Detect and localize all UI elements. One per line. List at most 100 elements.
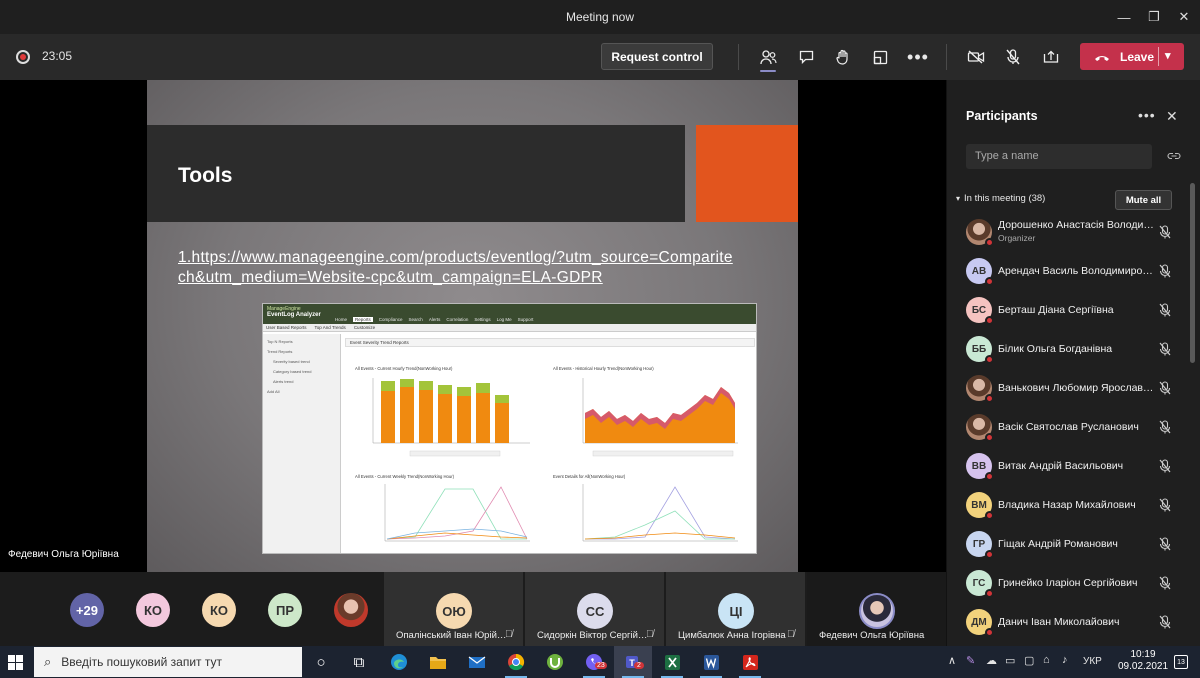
restore-icon[interactable]: ❐ bbox=[1137, 0, 1171, 34]
edge-icon[interactable] bbox=[380, 646, 418, 678]
participant-row[interactable]: ГР Гіщак Андрій Романович bbox=[947, 525, 1187, 564]
onedrive-icon[interactable]: ☁ bbox=[986, 654, 997, 667]
participant-avatar: АВ bbox=[966, 258, 994, 286]
leave-divider bbox=[1158, 47, 1159, 66]
hang-up-icon bbox=[1094, 49, 1110, 65]
close-window-icon[interactable]: ✕ bbox=[1167, 0, 1200, 34]
mic-off-icon[interactable] bbox=[998, 42, 1028, 72]
close-panel-icon[interactable]: ✕ bbox=[1166, 108, 1178, 125]
share-screen-icon[interactable] bbox=[1036, 42, 1066, 72]
raise-hand-icon[interactable] bbox=[828, 42, 858, 72]
mic-off-icon[interactable] bbox=[1159, 537, 1171, 554]
participant-avatar: ВВ bbox=[966, 453, 994, 481]
participant-row[interactable]: АВ Арендач Василь Володимирович bbox=[947, 252, 1187, 291]
leave-button[interactable]: Leave ▾ bbox=[1080, 43, 1184, 70]
embedded-app-subtabs: User Based Reports Top And Trends Custom… bbox=[263, 324, 756, 332]
taskbar-search-input[interactable]: ⌕ Введіть пошуковий запит тут bbox=[34, 647, 302, 677]
mail-icon[interactable] bbox=[458, 646, 496, 678]
participant-row[interactable]: ВМ Владика Назар Михайлович bbox=[947, 486, 1187, 525]
status-busy-icon bbox=[985, 511, 994, 520]
pen-icon[interactable]: ✎ bbox=[966, 654, 975, 667]
video-strip: +29 КО КО ПР ОЮ Опалінський Іван Юрійови… bbox=[0, 572, 946, 646]
network-icon[interactable]: ⌂ bbox=[1043, 654, 1050, 666]
breakout-rooms-icon[interactable] bbox=[865, 42, 895, 72]
participant-row[interactable]: Ванькович Любомир Ярославович bbox=[947, 369, 1187, 408]
overflow-participants-button[interactable]: +29 bbox=[70, 593, 104, 627]
participants-title: Participants bbox=[966, 109, 1038, 123]
participant-row[interactable]: ВВ Витак Андрій Васильович bbox=[947, 447, 1187, 486]
mic-off-icon[interactable] bbox=[1159, 303, 1171, 320]
chat-icon[interactable] bbox=[791, 42, 821, 72]
embedded-chart-hourly-graphic bbox=[372, 378, 530, 457]
volume-icon[interactable]: ♪ bbox=[1062, 654, 1068, 666]
notifications-icon[interactable]: 13 bbox=[1174, 655, 1188, 669]
participant-tile[interactable]: СС Сидоркін Віктор Сергійович 🎙̸ bbox=[525, 572, 664, 646]
meeting-toolbar: 23:05 Request control ••• Leave ▾ bbox=[0, 34, 1200, 80]
participant-row[interactable]: Васік Святослав Русланович bbox=[947, 408, 1187, 447]
minimize-icon[interactable]: — bbox=[1107, 0, 1141, 34]
mic-off-icon[interactable] bbox=[1159, 420, 1171, 437]
chevron-down-icon[interactable]: ▾ bbox=[1165, 49, 1171, 62]
camera-off-icon[interactable] bbox=[961, 42, 991, 72]
taskbar-clock[interactable]: 10:19 09.02.2021 bbox=[1118, 649, 1168, 673]
strip-avatar[interactable]: КО bbox=[202, 593, 236, 627]
strip-avatar[interactable]: КО bbox=[136, 593, 170, 627]
participant-avatar: ББ bbox=[966, 336, 994, 364]
windows-start-icon[interactable] bbox=[0, 646, 30, 678]
slide-title: Tools bbox=[178, 164, 233, 187]
excel-icon[interactable] bbox=[653, 646, 691, 678]
mic-off-icon[interactable] bbox=[1159, 264, 1171, 281]
participants-panel: Participants ••• ✕ Type a name ▾ In this … bbox=[946, 80, 1200, 646]
utorrent-icon[interactable] bbox=[536, 646, 574, 678]
viber-icon[interactable]: 23 bbox=[575, 646, 613, 678]
media-icon[interactable]: ▭ bbox=[1005, 654, 1015, 667]
participant-name: Данич Іван Миколайович bbox=[998, 616, 1120, 628]
in-meeting-section-toggle[interactable]: ▾ In this meeting (38) bbox=[956, 193, 1045, 204]
mic-off-icon[interactable] bbox=[1159, 381, 1171, 398]
participants-icon[interactable] bbox=[753, 42, 783, 72]
strip-avatar-photo[interactable] bbox=[334, 593, 368, 627]
participant-row[interactable]: БС Берташ Діана Сергіївна bbox=[947, 291, 1187, 330]
participants-scrollbar[interactable] bbox=[1190, 183, 1195, 363]
cortana-icon[interactable]: ○ bbox=[302, 646, 340, 678]
mic-off-icon[interactable] bbox=[1159, 342, 1171, 359]
mic-off-icon[interactable] bbox=[1159, 498, 1171, 515]
show-hidden-icons-icon[interactable]: ∧ bbox=[948, 654, 956, 667]
teams-icon[interactable]: T 2 bbox=[614, 646, 652, 678]
participant-role: Organizer bbox=[998, 233, 1036, 243]
task-view-icon[interactable]: ⧉ bbox=[340, 646, 378, 678]
tile-name: Цимбалюк Анна Ігорівна bbox=[678, 630, 786, 641]
mic-off-icon[interactable] bbox=[1159, 576, 1171, 593]
participant-row[interactable]: ББ Білик Ольга Богданівна bbox=[947, 330, 1187, 369]
participant-search-input[interactable]: Type a name bbox=[966, 144, 1152, 169]
participant-tile[interactable]: ОЮ Опалінський Іван Юрійович 🎙̸ bbox=[384, 572, 523, 646]
word-icon[interactable] bbox=[692, 646, 730, 678]
participant-row[interactable]: ГС Гринейко Іларіон Сергійович bbox=[947, 564, 1187, 603]
more-options-icon[interactable]: ••• bbox=[1138, 107, 1156, 123]
mute-all-button[interactable]: Mute all bbox=[1115, 190, 1172, 210]
embedded-chart-event-details: Event Details for All(NonWorking Hour) bbox=[553, 474, 753, 553]
pdf-reader-icon[interactable] bbox=[731, 646, 769, 678]
file-explorer-icon[interactable] bbox=[419, 646, 457, 678]
strip-avatar[interactable]: ПР bbox=[268, 593, 302, 627]
mic-off-icon[interactable] bbox=[1159, 615, 1171, 632]
toolbar-divider bbox=[946, 44, 947, 70]
participant-tile-presenter[interactable]: Федевич Ольга Юріївна bbox=[807, 572, 946, 646]
clock-date: 09.02.2021 bbox=[1118, 661, 1169, 672]
more-actions-icon[interactable]: ••• bbox=[903, 42, 933, 72]
embedded-chart-historical: All Events - Historical Hourly Trend(Non… bbox=[553, 366, 753, 461]
chrome-icon[interactable] bbox=[497, 646, 535, 678]
mic-off-icon[interactable] bbox=[1159, 225, 1171, 242]
participant-row[interactable]: ДМ Данич Іван Миколайович bbox=[947, 603, 1187, 642]
embedded-app-tabs: Home Reports Compliance Search Alerts Co… bbox=[335, 317, 534, 322]
request-control-button[interactable]: Request control bbox=[601, 43, 713, 70]
share-invite-icon[interactable] bbox=[1167, 150, 1181, 164]
input-language[interactable]: УКР bbox=[1083, 656, 1102, 667]
screen-icon[interactable]: ▢ bbox=[1024, 654, 1034, 667]
participant-row[interactable]: Дорошенко Анастасія Володимирівна Organiz… bbox=[947, 213, 1187, 252]
embedded-chart-weekly-graphic bbox=[384, 484, 530, 542]
slide-embedded-screenshot: ManageEngine EventLog Analyzer Home Repo… bbox=[262, 303, 757, 554]
mic-off-icon[interactable] bbox=[1159, 459, 1171, 476]
leave-button-label: Leave bbox=[1120, 49, 1155, 64]
participant-tile[interactable]: ЦІ Цимбалюк Анна Ігорівна 🎙̸ bbox=[666, 572, 805, 646]
